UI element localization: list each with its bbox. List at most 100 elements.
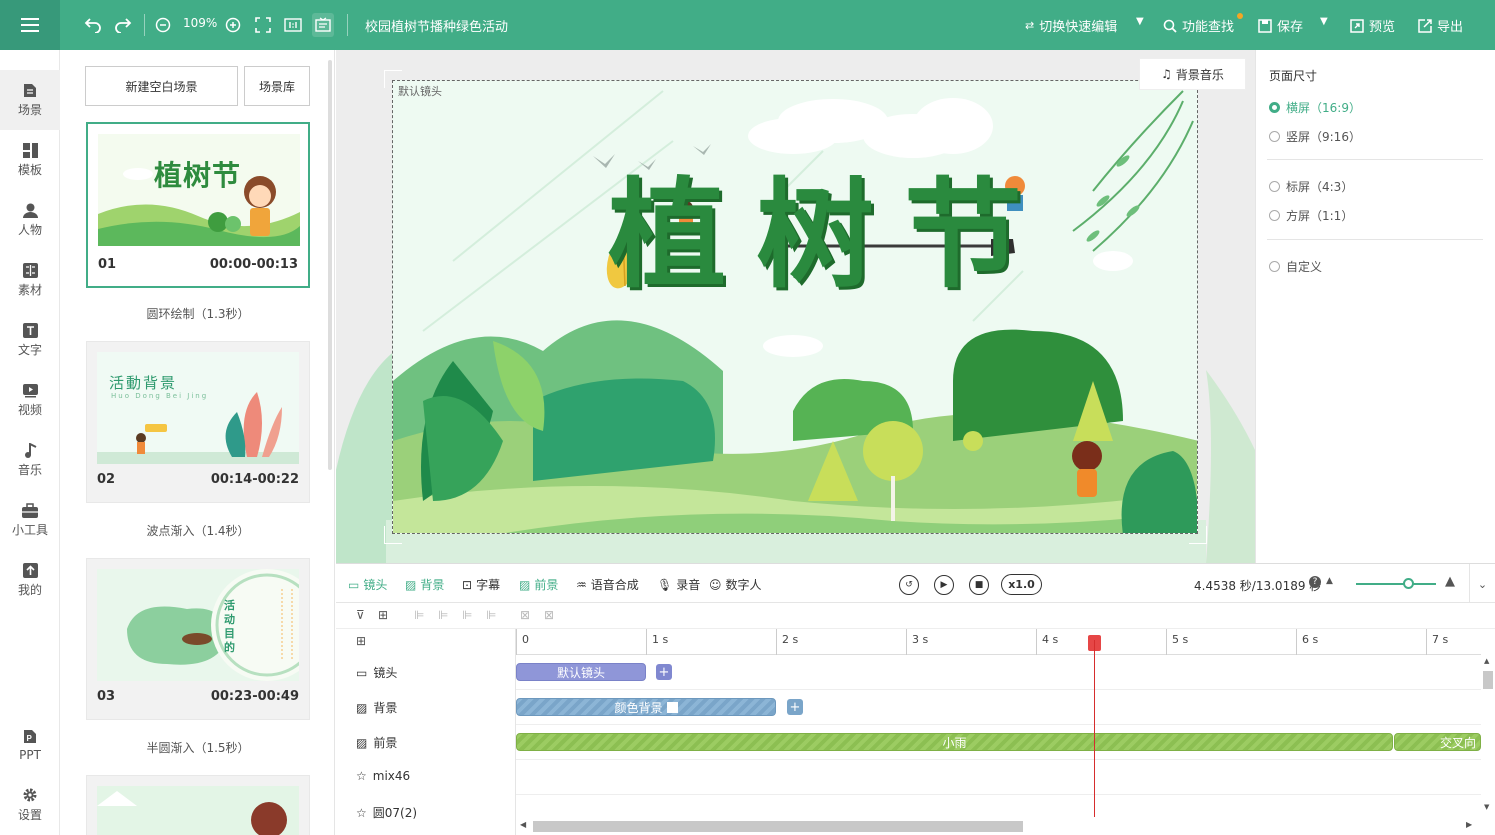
page-size-heading: 页面尺寸 — [1269, 69, 1318, 83]
track-label-circle07[interactable]: ☆ 圆07(2) — [356, 804, 417, 821]
undo-icon[interactable] — [82, 13, 104, 37]
align-icon[interactable]: ⊞ — [378, 608, 388, 622]
scene-time: 00:00-00:13 — [209, 257, 298, 272]
page-size-option-square[interactable]: 方屏（1:1） — [1269, 207, 1353, 224]
replay-icon: ↺ — [905, 580, 913, 590]
timeline-horizontal-scrollbar[interactable]: ◀ ▶ — [516, 817, 1481, 835]
scene-card[interactable]: 活动目的 03 00:23-00:49 — [86, 558, 310, 720]
thumb-title: 活动目的 — [224, 599, 235, 654]
rail-label: 设置 — [17, 808, 42, 822]
tool-camera[interactable]: ▭ 镜头 — [348, 576, 387, 593]
track-label-camera[interactable]: ▭ 镜头 — [356, 664, 397, 681]
scene-card[interactable]: 活動背景 Huo Dong Bei Jing 02 00:14-00:22 — [86, 341, 310, 503]
clip-foreground-rain[interactable]: 小雨 — [516, 733, 1393, 751]
rail-label: 小工具 — [11, 523, 48, 537]
stage-title[interactable]: 植树节 — [608, 176, 1052, 294]
rail-item-template[interactable]: 模板 — [0, 130, 60, 190]
zoom-in-mountain-icon[interactable]: ▲ — [1445, 574, 1455, 589]
align-left-icon[interactable]: ⊫ — [414, 608, 424, 622]
page-size-option-custom[interactable]: 自定义 — [1269, 258, 1322, 275]
tool-subtitle[interactable]: ⊡ 字幕 — [462, 576, 500, 593]
timeline-vertical-scrollbar[interactable]: ▲ ▼ — [1481, 655, 1495, 815]
scene-panel: 新建空白场景 场景库 植树节 01 00:00-00:13 圆环绘制（1.3秒） — [60, 50, 335, 835]
menu-button[interactable] — [0, 0, 60, 50]
clip-background[interactable]: 颜色背景 — [516, 698, 776, 716]
clip-camera[interactable]: 默认镜头 — [516, 663, 646, 681]
scene-card[interactable]: 植树节 01 00:00-00:13 — [86, 122, 310, 288]
ungroup-icon[interactable]: ⊠ — [544, 608, 554, 622]
rail-item-person[interactable]: 人物 — [0, 190, 60, 250]
zoom-out-mountain-icon[interactable]: ▲ — [1326, 576, 1333, 586]
zoom-out-icon[interactable] — [152, 13, 174, 37]
foreground-icon: ▨ — [519, 577, 531, 592]
save-button[interactable]: 保存 — [1258, 16, 1303, 35]
scene-library-button[interactable]: 场景库 — [244, 66, 310, 106]
page-size-option-landscape[interactable]: 横屏（16:9） — [1269, 99, 1361, 116]
page-size-option-standard[interactable]: 标屏（4:3） — [1269, 178, 1353, 195]
rail-label: 场景 — [17, 103, 42, 117]
add-background-button[interactable]: + — [787, 699, 803, 715]
track-label-mix46[interactable]: ☆ mix46 — [356, 769, 410, 783]
track-label-foreground[interactable]: ▨ 前景 — [356, 734, 397, 751]
thumb-title: 植树节 — [154, 159, 242, 192]
export-button[interactable]: 导出 — [1418, 16, 1463, 35]
tool-foreground[interactable]: ▨ 前景 — [519, 576, 558, 593]
clip-foreground-cross[interactable]: 交叉向 — [1394, 733, 1481, 751]
subtitle-icon[interactable] — [312, 13, 334, 37]
ruler-tick: 1 s — [646, 629, 668, 655]
new-blank-scene-button[interactable]: 新建空白场景 — [85, 66, 238, 106]
tool-digital-human[interactable]: ☺ 数字人 — [709, 576, 762, 593]
help-icon[interactable]: ? — [1309, 576, 1321, 588]
speed-button[interactable]: x1.0 — [1001, 574, 1042, 595]
redo-icon[interactable] — [112, 13, 134, 37]
background-music-button[interactable]: ♫ 背景音乐 — [1139, 58, 1246, 90]
rail-item-scene[interactable]: 场景 — [0, 70, 60, 130]
rail-item-material[interactable]: 素材 — [0, 250, 60, 310]
tool-tts[interactable]: ♒ 语音合成 — [576, 576, 639, 593]
digital-human-icon: ☺ — [709, 577, 722, 592]
fit-screen-icon[interactable] — [252, 13, 274, 37]
radio — [1269, 261, 1280, 272]
rail-item-video[interactable]: 视频 — [0, 370, 60, 430]
group-icon[interactable]: ⊠ — [520, 608, 530, 622]
time-ruler[interactable]: 0 1 s 2 s 3 s 4 s 5 s 6 s 7 s — [516, 629, 1481, 655]
text-icon — [22, 322, 38, 338]
material-icon — [22, 262, 38, 278]
timeline-toolbar: ▭ 镜头 ▨ 背景 ⊡ 字幕 ▨ 前景 ♒ 语音合成 🎙 录音 ☺ 数字人 ↺ ▶ ■ x1.… — [336, 563, 1495, 604]
tool-record[interactable]: 🎙 录音 — [657, 576, 700, 593]
track-label-background[interactable]: ▨ 背景 — [356, 699, 397, 716]
preview-button[interactable]: 预览 — [1350, 16, 1395, 35]
rail-item-mine[interactable]: 我的 — [0, 550, 60, 610]
align-center-icon[interactable]: ⊫ — [438, 608, 448, 622]
replay-button[interactable]: ↺ — [899, 575, 919, 595]
save-dropdown-icon[interactable]: ▼ — [1320, 16, 1328, 27]
play-button[interactable]: ▶ — [934, 575, 954, 595]
tool-background[interactable]: ▨ 背景 — [405, 576, 444, 593]
scene-panel-scrollbar[interactable] — [328, 60, 332, 470]
feature-search-button[interactable]: 功能查找 — [1163, 16, 1234, 35]
rail-item-settings[interactable]: 设置 — [0, 775, 60, 835]
rail-item-music[interactable]: 音乐 — [0, 430, 60, 490]
collapse-timeline-icon[interactable]: ⌄ — [1469, 564, 1495, 604]
page-size-option-portrait[interactable]: 竖屏（9:16） — [1269, 128, 1361, 145]
rail-item-ppt[interactable]: P PPT — [0, 715, 60, 775]
playhead[interactable] — [1094, 640, 1095, 823]
actual-size-icon[interactable] — [282, 13, 304, 37]
rail-item-toolbox[interactable]: 小工具 — [0, 490, 60, 550]
quick-edit-dropdown-icon[interactable]: ▼ — [1136, 16, 1144, 27]
scene-card[interactable] — [86, 775, 310, 835]
rail-item-text[interactable]: 文字 — [0, 310, 60, 370]
stage-canvas[interactable]: 植树节 — [392, 80, 1198, 534]
quick-edit-button[interactable]: ⇄ 切换快速编辑 — [1025, 16, 1117, 35]
align-right-icon[interactable]: ⊫ — [462, 608, 472, 622]
filter-icon[interactable]: ⊽ — [356, 608, 365, 622]
add-camera-button[interactable]: + — [656, 664, 672, 680]
stop-button[interactable]: ■ — [969, 575, 989, 595]
distribute-icon[interactable]: ⊫ — [486, 608, 496, 622]
tracks-grid-icon[interactable]: ⊞ — [356, 634, 366, 648]
hamburger-icon — [21, 24, 39, 26]
zoom-in-icon[interactable] — [222, 13, 244, 37]
zoom-slider-track[interactable] — [1356, 583, 1436, 585]
project-title[interactable]: 校园植树节播种绿色活动 — [365, 16, 508, 35]
zoom-slider-thumb[interactable] — [1403, 578, 1414, 589]
